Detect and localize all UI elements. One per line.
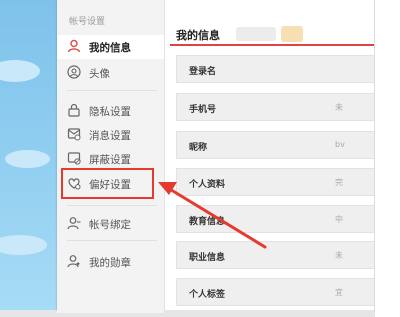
sidebar-item-medals[interactable]: 我的勋章 bbox=[57, 250, 164, 274]
sidebar-divider bbox=[67, 90, 157, 91]
lock-icon bbox=[67, 103, 81, 117]
row-label: 昵称 bbox=[189, 143, 208, 153]
info-row-profile[interactable]: 个人资料 完 bbox=[176, 168, 375, 196]
sidebar-divider bbox=[67, 240, 157, 241]
row-value: 未 bbox=[335, 103, 343, 112]
row-label: 教育信息 bbox=[189, 217, 226, 227]
highlight-box bbox=[61, 168, 154, 199]
message-icon bbox=[67, 127, 81, 141]
sidebar-item-avatar[interactable]: 头像 bbox=[57, 61, 164, 85]
info-row-career[interactable]: 职业信息 未 bbox=[176, 241, 375, 269]
row-label: 手机号 bbox=[189, 105, 217, 115]
user-icon bbox=[67, 39, 81, 53]
row-value: 中 bbox=[335, 215, 343, 224]
sidebar-title: 帐号设置 bbox=[69, 17, 106, 27]
sidebar-item-label: 帐号绑定 bbox=[89, 219, 131, 231]
user-bind-icon bbox=[67, 216, 81, 230]
sidebar-item-label: 屏蔽设置 bbox=[89, 154, 131, 166]
info-row-tags[interactable]: 个人标签 宜 bbox=[176, 278, 375, 306]
cropped-right-margin bbox=[375, 0, 400, 317]
sidebar-item-label: 隐私设置 bbox=[89, 106, 131, 118]
title-underline bbox=[170, 44, 375, 46]
info-row-login-name[interactable]: 登录名 bbox=[176, 55, 375, 83]
row-label: 职业信息 bbox=[189, 253, 226, 263]
row-label: 个人资料 bbox=[189, 180, 226, 190]
row-label: 登录名 bbox=[189, 67, 217, 77]
info-row-nickname[interactable]: 昵称 bv bbox=[176, 131, 375, 159]
sidebar-item-label: 头像 bbox=[89, 68, 110, 80]
sidebar-item-label: 我的勋章 bbox=[89, 257, 131, 269]
sidebar-item-label: 我的信息 bbox=[89, 42, 131, 54]
medal-icon bbox=[67, 254, 81, 268]
blurred-badge bbox=[281, 26, 303, 42]
info-row-education[interactable]: 教育信息 中 bbox=[176, 205, 375, 233]
sidebar-divider bbox=[67, 205, 157, 206]
info-row-phone[interactable]: 手机号 未 bbox=[176, 93, 375, 121]
sidebar-item-privacy[interactable]: 隐私设置 bbox=[57, 99, 164, 123]
blurred-username bbox=[236, 27, 276, 41]
sidebar-item-messages[interactable]: 消息设置 bbox=[57, 123, 164, 147]
row-label: 个人标签 bbox=[189, 290, 226, 300]
row-value: 完 bbox=[335, 178, 343, 187]
screenshot-stage: 帐号设置 我的信息 头像 隐私设置 消息设置 屏蔽设置 偏好设置 帐号绑定 我的… bbox=[0, 0, 400, 317]
avatar-icon bbox=[67, 65, 81, 79]
row-value: bv bbox=[335, 140, 345, 149]
block-icon bbox=[67, 151, 81, 165]
cloud-shape bbox=[5, 150, 50, 168]
row-value: 未 bbox=[335, 251, 343, 260]
sidebar-item-my-info[interactable]: 我的信息 bbox=[57, 35, 164, 59]
sidebar-item-account-binding[interactable]: 帐号绑定 bbox=[57, 212, 164, 236]
row-value: 宜 bbox=[335, 288, 343, 297]
page-title: 我的信息 bbox=[176, 29, 220, 42]
sidebar-item-label: 消息设置 bbox=[89, 130, 131, 142]
